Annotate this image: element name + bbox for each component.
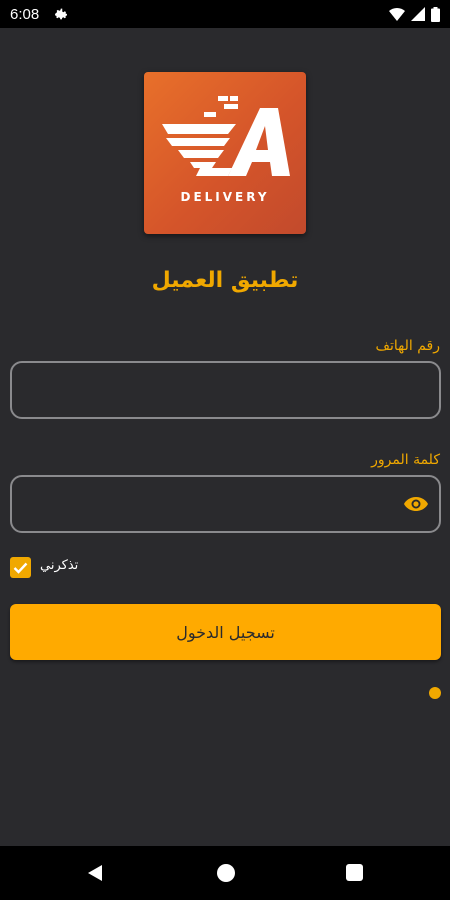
signal-icon (411, 7, 425, 21)
app-logo: DELIVERY (144, 72, 306, 234)
remember-me-label: تذكرني (40, 558, 79, 573)
password-input[interactable] (12, 477, 439, 531)
wifi-icon (389, 8, 405, 21)
login-button[interactable]: تسجيل الدخول (10, 604, 441, 660)
password-label: كلمة المرور (371, 452, 440, 468)
home-icon[interactable] (217, 864, 235, 882)
phone-input[interactable] (12, 363, 439, 417)
phone-field-container (10, 361, 441, 419)
remember-me-checkbox[interactable] (10, 557, 31, 578)
check-icon (13, 562, 28, 574)
show-password-eye-icon[interactable] (403, 492, 429, 516)
password-field-container (10, 475, 441, 533)
loading-indicator-dot (429, 687, 441, 699)
delivery-truck-logo-icon (162, 96, 290, 176)
status-time: 6:08 (10, 5, 40, 23)
back-icon[interactable] (86, 864, 104, 882)
phone-label: رقم الهاتف (375, 338, 440, 354)
page-title: تطبيق العميل (151, 268, 299, 293)
recent-apps-icon[interactable] (346, 864, 363, 881)
battery-icon (431, 6, 440, 22)
navigation-bar (0, 846, 450, 900)
status-bar: 6:08 (0, 0, 450, 28)
settings-icon (55, 8, 68, 20)
status-icons (389, 6, 440, 22)
logo-text: DELIVERY (180, 190, 270, 204)
